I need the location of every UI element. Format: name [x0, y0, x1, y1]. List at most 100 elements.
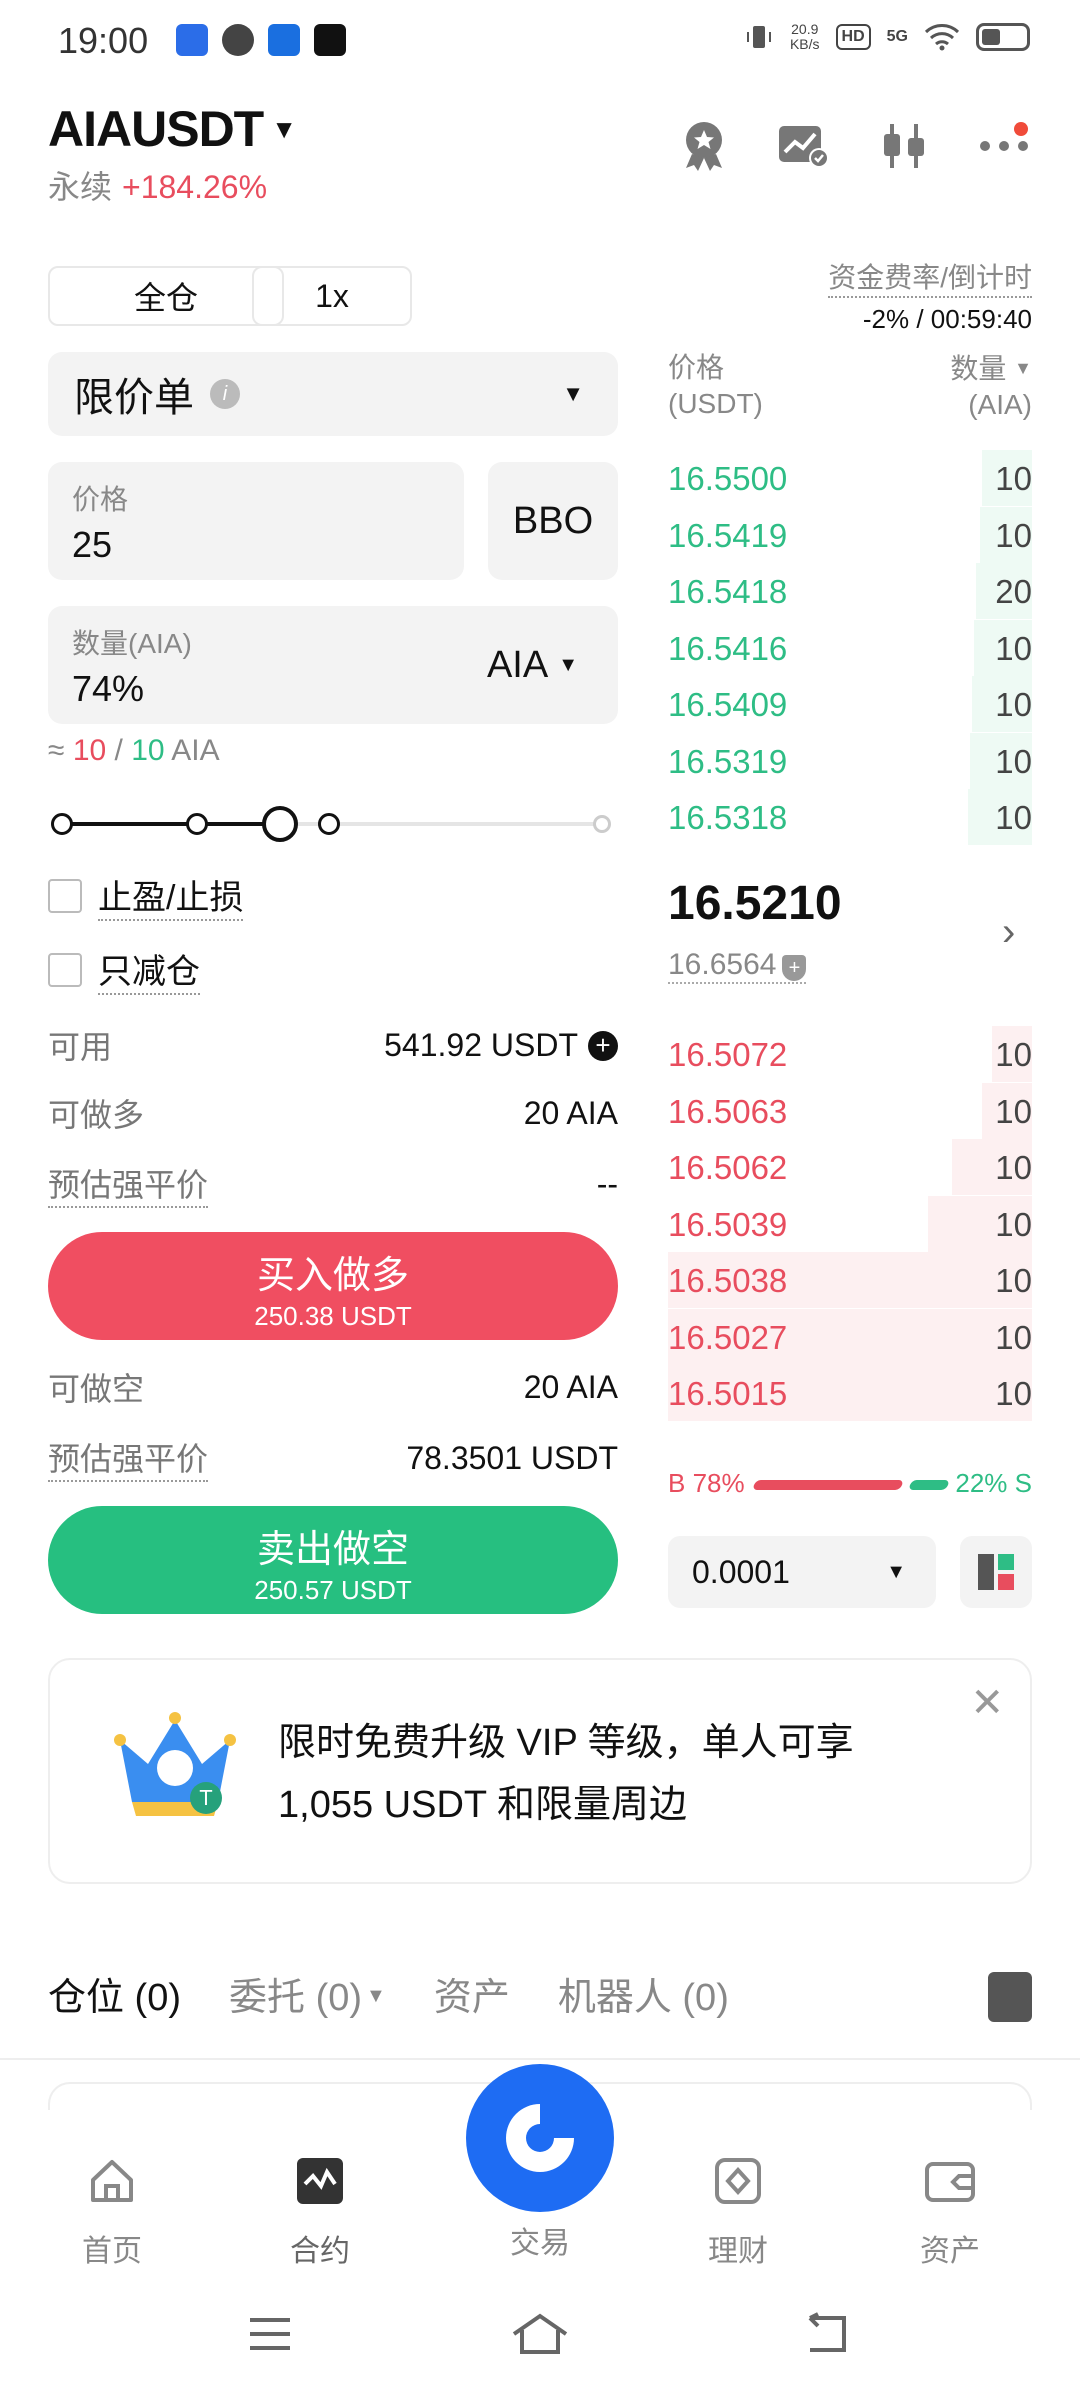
last-price[interactable]: 16.5210	[668, 876, 842, 931]
orderbook-row[interactable]: 16.5063 10	[668, 1082, 1032, 1139]
orderbook-price: 16.5318	[668, 799, 788, 836]
orderbook-price: 16.5062	[668, 1149, 788, 1186]
orderbook-quantity: 10	[995, 1036, 1032, 1073]
quantity-input[interactable]: 数量(AIA) 74% AIA ▼	[48, 606, 618, 724]
short-liq-row: 预估强平价 78.3501 USDT	[48, 1434, 618, 1482]
bbo-button[interactable]: BBO	[488, 462, 618, 580]
orderbook-price: 16.5419	[668, 516, 788, 554]
close-icon[interactable]: ✕	[970, 1680, 1004, 1726]
buy-sell-ratio: B 78% 22% S	[668, 1468, 1032, 1498]
slider-stop-100[interactable]	[593, 815, 611, 833]
baidu-app-icon	[176, 24, 208, 56]
slider-stop-50[interactable]	[318, 813, 340, 835]
more-icon[interactable]	[976, 118, 1032, 174]
orderbook-row[interactable]: 16.5072 10	[668, 1026, 1032, 1082]
layout-icon	[978, 1554, 1014, 1590]
hd-badge: HD	[835, 24, 871, 50]
orderbook-row[interactable]: 16.5409 10	[668, 676, 1032, 732]
orderbook-price: 16.5319	[668, 742, 788, 780]
quantity-unit-toggle[interactable]: 数量 ▼ (AIA)	[950, 350, 1032, 423]
nav-assets[interactable]: 资产	[890, 2156, 1010, 2270]
nav-home[interactable]: 首页	[52, 2156, 172, 2270]
price-input[interactable]: 价格 25	[48, 462, 464, 580]
order-type-select[interactable]: 限价单 i ▼	[48, 352, 618, 436]
slider-stop-0[interactable]	[51, 813, 73, 835]
orderbook-row[interactable]: 16.5418 20	[668, 563, 1032, 619]
orderbook-quantity: 10	[995, 1092, 1032, 1130]
orderbook-row[interactable]: 16.5416 10	[668, 619, 1032, 676]
nav-earn[interactable]: 理财	[678, 2156, 798, 2270]
unit-select[interactable]: AIA ▼	[487, 644, 578, 687]
orderbook-row[interactable]: 16.5319 10	[668, 732, 1032, 789]
nav-trade-label[interactable]: 交易	[480, 2218, 600, 2262]
chevron-right-icon[interactable]: ›	[1002, 910, 1015, 955]
tab-positions[interactable]: 仓位 (0)	[48, 1966, 181, 2021]
tpsl-checkbox[interactable]: 止盈/止损	[48, 870, 244, 921]
tab-bots[interactable]: 机器人 (0)	[558, 1966, 729, 2021]
orderbook-price: 16.5038	[668, 1262, 788, 1299]
symbol-selector[interactable]: AIAUSDT ▼	[48, 100, 297, 158]
slider-handle[interactable]	[261, 806, 298, 842]
caret-down-icon: ▼	[1014, 358, 1032, 378]
trade-button[interactable]	[466, 2064, 614, 2212]
menu-icon[interactable]	[246, 2312, 294, 2356]
leverage-button[interactable]: 1x	[252, 266, 412, 326]
price-value[interactable]: 25	[72, 524, 112, 566]
orderbook-row[interactable]: 16.5419 10	[668, 506, 1032, 563]
vip-promo-banner[interactable]: T 限时免费升级 VIP 等级，单人可享 1,055 USDT 和限量周边 ✕	[48, 1658, 1032, 1884]
status-bar: 19:00 20.9 KB/s HD 5G	[0, 0, 1080, 80]
orderbook-price: 16.5416	[668, 629, 788, 667]
add-funds-icon[interactable]: +	[588, 1030, 618, 1061]
wifi-icon	[924, 24, 960, 51]
orderbook-row[interactable]: 16.5318 10	[668, 789, 1032, 845]
orderbook-row[interactable]: 16.5039 10	[668, 1195, 1032, 1252]
award-icon[interactable]	[676, 118, 732, 174]
orderbook-quantity: 10	[995, 799, 1032, 836]
orderbook-row[interactable]: 16.5015 10	[668, 1365, 1032, 1421]
earn-icon	[715, 2158, 761, 2204]
orderbook-price: 16.5063	[668, 1092, 788, 1130]
back-icon[interactable]	[800, 2312, 850, 2356]
net-speed: 20.9 KB/s	[789, 21, 820, 52]
buy-ratio-bar	[752, 1480, 904, 1490]
orderbook-quantity: 10	[995, 516, 1032, 554]
buy-long-button[interactable]: 买入做多 250.38 USDT	[48, 1232, 618, 1340]
info-icon[interactable]: i	[210, 379, 240, 409]
orderbook-row[interactable]: 16.5027 10	[668, 1308, 1032, 1365]
chart-check-icon[interactable]	[776, 118, 832, 174]
orderbook-layout-button[interactable]	[960, 1536, 1032, 1608]
nav-futures[interactable]: 合约	[260, 2156, 380, 2270]
tab-orders[interactable]: 委托 (0) ▼	[229, 1966, 386, 2021]
orderbook-row[interactable]: 16.5062 10	[668, 1139, 1032, 1195]
home-icon	[91, 2160, 133, 2202]
orderbook-header: 价格 (USDT) 数量 ▼ (AIA)	[668, 350, 1032, 422]
orderbook-quantity: 20	[995, 573, 1032, 610]
trade-icon	[506, 2104, 574, 2172]
orderbook-quantity: 10	[995, 1318, 1032, 1356]
slider-fill	[62, 822, 280, 826]
battery-icon	[976, 23, 1030, 51]
sell-short-button[interactable]: 卖出做空 250.57 USDT	[48, 1506, 618, 1614]
quantity-slider[interactable]	[51, 806, 611, 842]
orderbook-row[interactable]: 16.5038 10	[668, 1252, 1032, 1308]
mark-price[interactable]: 16.6564 +	[668, 948, 807, 984]
can-short-row: 可做空 20 AIA	[48, 1368, 618, 1408]
orderbook-row[interactable]: 16.5500 10	[668, 450, 1032, 506]
position-tabs: 仓位 (0) 委托 (0) ▼ 资产 机器人 (0)	[48, 1966, 729, 2021]
slider-stop-25[interactable]	[186, 813, 208, 835]
candlestick-icon[interactable]	[876, 118, 932, 174]
reduce-only-checkbox[interactable]: 只减仓	[48, 944, 200, 995]
home-nav-icon[interactable]	[510, 2312, 570, 2356]
contract-type: 永续	[48, 169, 113, 205]
quantity-value[interactable]: 74%	[72, 668, 144, 710]
orderbook-quantity: 10	[995, 1205, 1032, 1243]
margin-mode-button[interactable]: 全仓	[48, 266, 284, 326]
order-history-icon[interactable]	[988, 1972, 1032, 2022]
orderbook-quantity: 10	[995, 686, 1032, 723]
tab-assets[interactable]: 资产	[434, 1966, 510, 2021]
crown-icon: T	[110, 1700, 240, 1835]
precision-select[interactable]: 0.0001 ▼	[668, 1536, 936, 1608]
long-liq-row: 预估强平价 --	[48, 1160, 618, 1208]
funding-rate[interactable]: 资金费率/倒计时 -2% / 00:59:40	[828, 256, 1032, 335]
orderbook-price: 16.5409	[668, 686, 788, 723]
